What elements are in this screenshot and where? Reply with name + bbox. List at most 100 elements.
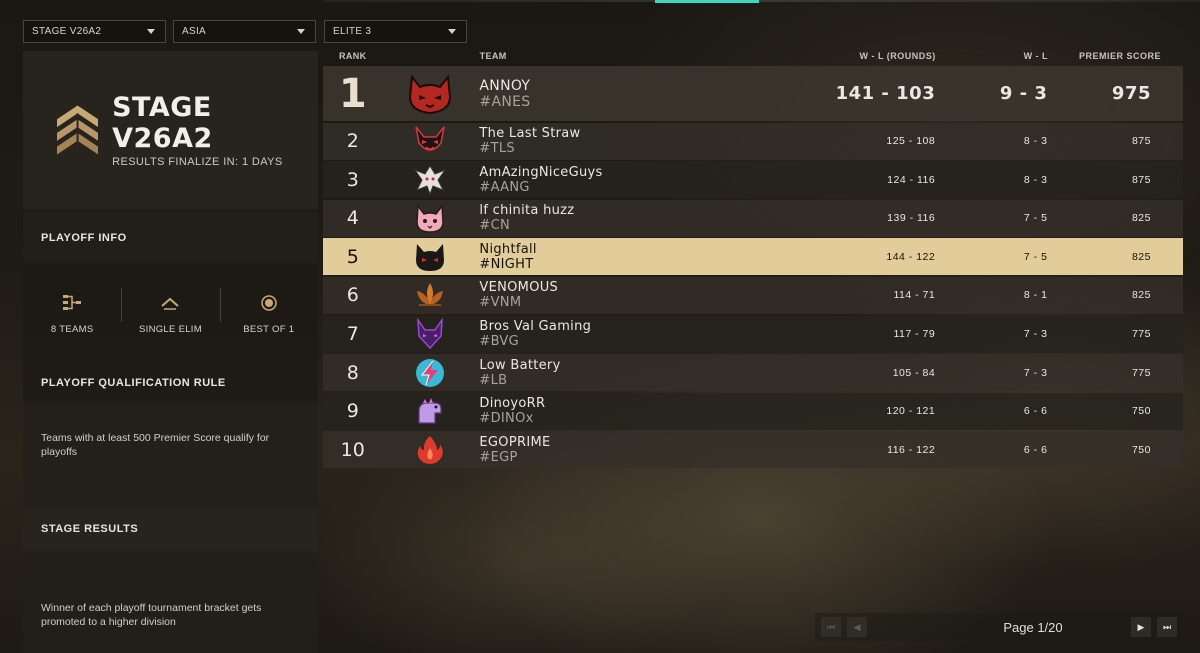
stage-card: STAGE V26A2 RESULTS FINALIZE IN: 1 DAYS: [23, 51, 318, 209]
header-team: TEAM: [479, 51, 507, 61]
page-indicator: Page 1/20: [1003, 619, 1063, 635]
prev-icon[interactable]: ◀: [847, 617, 867, 637]
team-name: Bros Val Gaming: [479, 319, 592, 335]
row-wl: 9 - 3: [999, 83, 1048, 104]
region-dropdown-value: ASIA: [182, 26, 206, 37]
stat-teams: 8 TEAMS: [23, 294, 121, 335]
purple-wolf-icon: [417, 318, 443, 350]
team-cell: Low Battery #LB: [477, 358, 756, 388]
division-dropdown-value: ELITE 3: [333, 26, 372, 37]
row-wl: 7 - 3: [1023, 328, 1048, 341]
team-cell: lf chinita huzz #CN: [477, 203, 756, 233]
table-row[interactable]: 3 AmAzingNiceGuys #AANG 124 - 116 8 - 3 …: [323, 161, 1183, 199]
leaderboard-table: RANK TEAM W - L (ROUNDS) W - L PREMIER S…: [323, 51, 1183, 470]
row-wl-rounds: 125 - 108: [886, 135, 936, 148]
team-logo-cell: [383, 434, 478, 466]
team-name: ANNOY: [479, 77, 531, 94]
header-wl: W - L: [1023, 51, 1049, 61]
team-tag: #AANG: [479, 179, 530, 195]
team-cell: EGOPRIME #EGP: [477, 435, 756, 465]
row-wl: 8 - 3: [1023, 135, 1048, 148]
table-row[interactable]: 2 The Last Straw #TLS 125 - 108 8 - 3 87…: [323, 122, 1183, 160]
team-cell: Bros Val Gaming #BVG: [477, 319, 756, 349]
table-row-current-team[interactable]: 5 Nightfall #NIGHT 144 - 122 7 - 5 825: [323, 238, 1183, 276]
team-tag: #VNM: [479, 295, 522, 311]
team-tag: #CN: [479, 218, 511, 234]
row-rank: 8: [346, 361, 359, 384]
team-logo-cell: [383, 73, 478, 115]
playoff-info-section: PLAYOFF INFO 8 TEAMS SINGLE ELIM BEST OF…: [23, 213, 318, 365]
team-name: Low Battery: [479, 357, 561, 373]
header-rank: RANK: [338, 51, 367, 61]
row-wl-rounds: 120 - 121: [886, 405, 936, 418]
stat-series-label: BEST OF 1: [243, 323, 295, 335]
table-header: RANK TEAM W - L (ROUNDS) W - L PREMIER S…: [323, 51, 1183, 66]
team-logo-cell: [383, 357, 478, 389]
row-rank: 9: [346, 400, 359, 423]
team-cell: Nightfall #NIGHT: [477, 242, 756, 272]
orange-lotus-icon: [416, 283, 443, 307]
team-cell: DinoyoRR #DINOx: [477, 396, 756, 426]
region-dropdown[interactable]: ASIA: [173, 20, 316, 43]
table-row[interactable]: 6 VENOMOUS #VNM 114 - 71 8 - 1 825: [323, 276, 1183, 314]
row-rank: 5: [346, 245, 359, 268]
team-tag: #LB: [479, 372, 508, 388]
row-wl-rounds: 124 - 116: [887, 173, 936, 186]
team-logo-cell: [383, 164, 478, 196]
stat-series: BEST OF 1: [219, 287, 318, 335]
rank-chevron-icon: [57, 105, 99, 155]
team-logo-cell: [383, 395, 478, 427]
caret-down-icon: [297, 29, 305, 34]
team-name: lf chinita huzz: [479, 203, 575, 219]
team-name: VENOMOUS: [479, 280, 559, 296]
stage-dropdown-value: STAGE V26A2: [32, 26, 102, 37]
team-logo-cell: [383, 279, 478, 311]
red-cat-icon: [408, 73, 451, 114]
team-logo-cell: [383, 125, 478, 157]
table-row[interactable]: 1 ANNOY #ANES 141 - 103 9 - 3 975: [323, 66, 1183, 121]
stage-dropdown[interactable]: STAGE V26A2: [23, 20, 166, 43]
row-rank: 1: [338, 70, 367, 117]
team-logo-cell: [383, 202, 478, 234]
team-tag: #ANES: [479, 93, 531, 110]
table-row[interactable]: 8 Low Battery #LB 105 - 84 7 - 3 775: [323, 354, 1183, 392]
table-row[interactable]: 9 DinoyoRR #DINOx 120 - 121 6 - 6 750: [323, 392, 1183, 430]
team-name: AmAzingNiceGuys: [479, 164, 603, 180]
table-row[interactable]: 4 lf chinita huzz #CN 139 - 116 7 - 5 82…: [323, 199, 1183, 237]
table-row[interactable]: 10 EGOPRIME #EGP 116 - 122 6 - 6 750: [323, 431, 1183, 469]
row-wl-rounds: 117 - 79: [893, 328, 936, 341]
stat-teams-label: 8 TEAMS: [50, 323, 94, 335]
division-dropdown[interactable]: ELITE 3: [324, 20, 467, 43]
playoff-stats: 8 TEAMS SINGLE ELIM BEST OF 1: [23, 263, 318, 365]
row-wl-rounds: 141 - 103: [835, 83, 936, 104]
stage-results-section: STAGE RESULTS Winner of each playoff tou…: [23, 507, 318, 653]
header-score: PREMIER SCORE: [1079, 51, 1162, 61]
row-wl: 8 - 3: [1023, 173, 1048, 186]
row-wl-rounds: 114 - 71: [893, 289, 936, 302]
skip-first-icon[interactable]: ⏮: [821, 617, 841, 637]
row-score: 825: [1131, 250, 1151, 263]
team-cell: ANNOY #ANES: [477, 78, 756, 110]
team-tag: #DINOx: [479, 411, 534, 427]
row-score: 750: [1131, 405, 1151, 418]
circle-target-icon: [261, 294, 277, 311]
top-divider: [323, 0, 1200, 2]
stage-results-body: Winner of each playoff tournament bracke…: [23, 551, 318, 653]
table-row[interactable]: 7 Bros Val Gaming #BVG 117 - 79 7 - 3 77…: [323, 315, 1183, 353]
team-name: Nightfall: [479, 241, 537, 257]
row-score: 875: [1131, 173, 1151, 186]
playoff-info-heading: PLAYOFF INFO: [23, 213, 318, 263]
lightning-icon: [415, 358, 444, 387]
red-flame-icon: [417, 435, 443, 464]
qualification-section: PLAYOFF QUALIFICATION RULE Teams with at…: [23, 365, 318, 507]
row-wl-rounds: 105 - 84: [892, 366, 936, 379]
next-icon[interactable]: ▶: [1131, 617, 1151, 637]
active-tab-indicator: [655, 0, 759, 3]
purple-dino-icon: [418, 398, 442, 424]
skip-last-icon[interactable]: ⏭: [1157, 617, 1177, 637]
team-tag: #EGP: [479, 449, 518, 465]
row-rank: 3: [346, 168, 359, 191]
white-dragon-icon: [413, 164, 447, 196]
row-score: 825: [1131, 289, 1151, 302]
row-wl: 6 - 6: [1023, 443, 1048, 456]
